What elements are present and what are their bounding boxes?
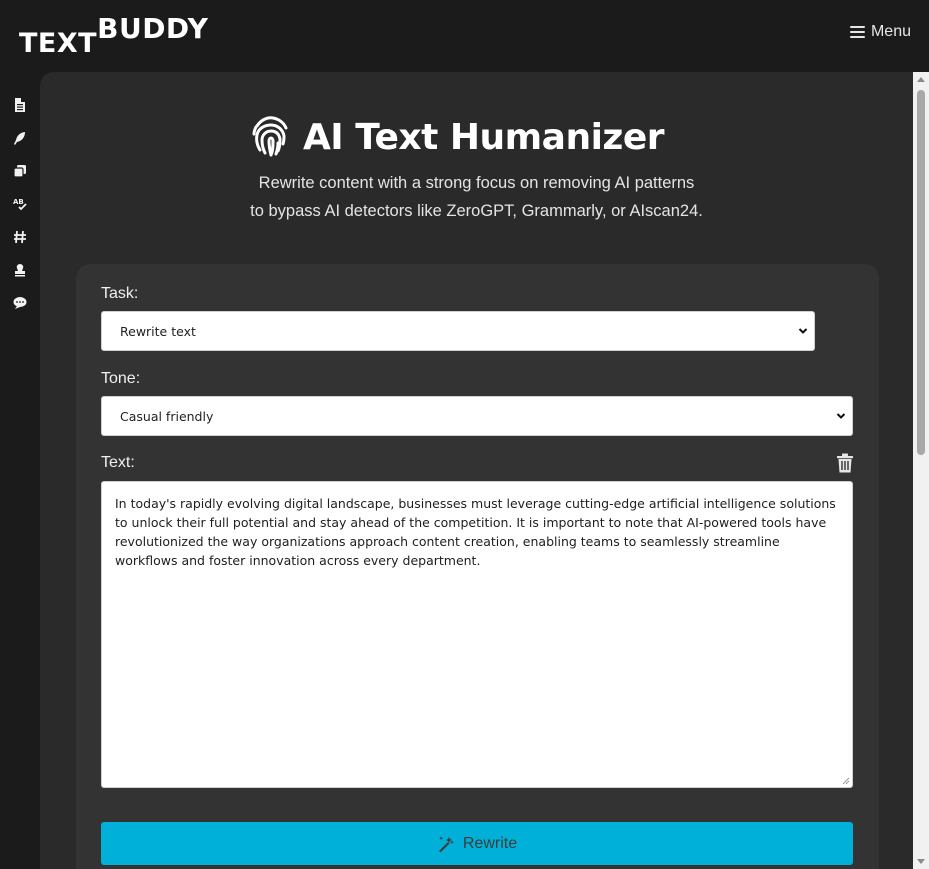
trash-icon[interactable]	[836, 453, 854, 473]
menu-button[interactable]: Menu	[849, 20, 911, 44]
subtitle-line-1: Rewrite content with a strong focus on r…	[258, 174, 695, 192]
chat-icon	[13, 296, 27, 309]
text-input-value: In today's rapidly evolving digital land…	[115, 496, 836, 568]
scrollbar-thumb[interactable]	[917, 90, 925, 455]
tone-select[interactable]: Casual friendly	[101, 396, 853, 436]
rewrite-button-label: Rewrite	[462, 834, 518, 852]
text-label: Text:	[101, 454, 135, 471]
tone-label: Tone:	[101, 370, 141, 387]
page-subtitle: Rewrite content with a strong focus on r…	[0, 169, 929, 225]
page-title-row: AI Text Humanizer	[0, 112, 913, 162]
logo-text-part2: BUDDY	[97, 12, 209, 45]
document-icon	[15, 97, 25, 112]
tone-select-value: Casual friendly	[120, 408, 214, 424]
task-label: Task:	[101, 285, 139, 302]
sidebar-item-chat[interactable]	[0, 286, 40, 319]
scroll-down-icon[interactable]	[917, 859, 925, 864]
scroll-up-icon[interactable]	[917, 77, 925, 82]
task-select-value: Rewrite text	[120, 323, 196, 339]
hashtag-icon	[14, 230, 26, 243]
magic-wand-icon	[438, 835, 454, 852]
text-input[interactable]: In today's rapidly evolving digital land…	[101, 481, 853, 788]
resize-handle-icon[interactable]	[842, 777, 850, 785]
subtitle-line-2: to bypass AI detectors like ZeroGPT, Gra…	[250, 202, 703, 220]
chevron-down-icon	[798, 328, 808, 334]
rewrite-button[interactable]: Rewrite	[101, 822, 853, 865]
hamburger-icon	[849, 26, 865, 38]
sidebar-item-stamp[interactable]	[0, 253, 40, 286]
menu-label: Menu	[870, 23, 911, 40]
fingerprint-icon	[249, 112, 293, 162]
top-bar: TEXTBUDDY Menu	[0, 0, 929, 72]
logo-text-part1: TEXT	[19, 28, 98, 59]
task-select[interactable]: Rewrite text	[101, 311, 815, 351]
chevron-down-icon	[836, 413, 846, 419]
page-title: AI Text Humanizer	[302, 116, 665, 158]
logo[interactable]: TEXTBUDDY	[19, 12, 208, 59]
stamp-icon	[15, 263, 25, 276]
